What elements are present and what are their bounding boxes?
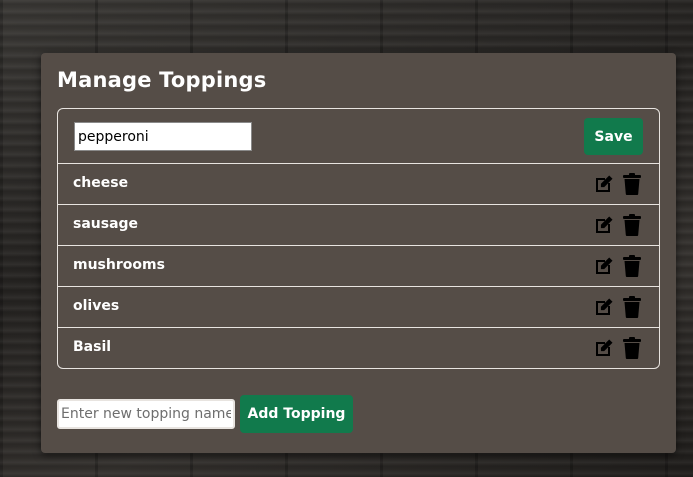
edit-icon[interactable] xyxy=(593,296,615,318)
list-item: Basil xyxy=(58,328,659,368)
trash-icon[interactable] xyxy=(621,337,643,359)
trash-icon[interactable] xyxy=(621,255,643,277)
edit-topping-input[interactable] xyxy=(74,122,252,151)
list-item: cheese xyxy=(58,164,659,205)
topping-label: olives xyxy=(73,298,120,314)
topping-label: mushrooms xyxy=(73,257,165,273)
add-topping-button[interactable]: Add Topping xyxy=(240,395,353,433)
list-item: olives xyxy=(58,287,659,328)
edit-icon[interactable] xyxy=(593,337,615,359)
toppings-list: Save cheese sausage mushrooms xyxy=(57,108,660,369)
list-item: mushrooms xyxy=(58,246,659,287)
new-topping-input[interactable] xyxy=(57,399,235,429)
page-title: Manage Toppings xyxy=(57,68,267,92)
topping-label: Basil xyxy=(73,339,112,355)
topping-label: sausage xyxy=(73,216,139,232)
topping-label: cheese xyxy=(73,175,129,191)
edit-icon[interactable] xyxy=(593,214,615,236)
trash-icon[interactable] xyxy=(621,296,643,318)
list-item: sausage xyxy=(58,205,659,246)
edit-icon[interactable] xyxy=(593,173,615,195)
trash-icon[interactable] xyxy=(621,173,643,195)
edit-row: Save xyxy=(58,109,659,164)
trash-icon[interactable] xyxy=(621,214,643,236)
manage-toppings-panel: Manage Toppings Save cheese sausage xyxy=(41,53,676,453)
edit-icon[interactable] xyxy=(593,255,615,277)
save-button[interactable]: Save xyxy=(584,118,643,155)
